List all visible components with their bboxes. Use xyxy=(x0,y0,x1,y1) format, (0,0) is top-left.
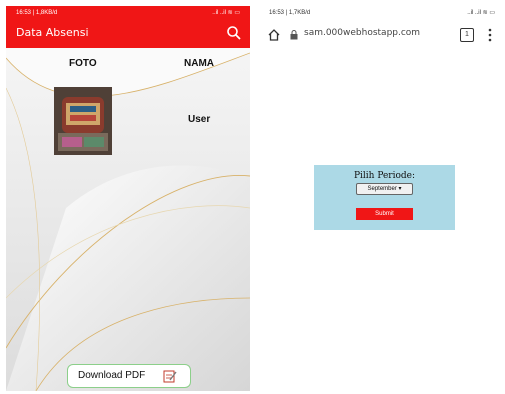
background-waves xyxy=(6,48,250,391)
tabs-icon[interactable]: 1 xyxy=(460,28,474,42)
browser-url-bar: sam.000webhostapp.com 1 xyxy=(260,22,505,48)
search-icon[interactable] xyxy=(226,25,242,41)
column-header-foto: FOTO xyxy=(69,58,97,69)
submit-button[interactable]: Submit xyxy=(356,208,413,220)
status-time: 16:53 | 1,7KB/d xyxy=(269,10,311,16)
download-pdf-button[interactable]: Download PDF xyxy=(67,364,191,388)
status-icons: ..il ..il ≋ ▭ xyxy=(467,10,495,16)
period-form: Pilih Periode: September ▾ Submit xyxy=(314,165,455,230)
user-name-cell: User xyxy=(188,114,211,125)
status-icons: ..il ..il ≋ ▭ xyxy=(212,10,240,16)
user-photo xyxy=(54,87,112,155)
lock-icon xyxy=(290,30,298,40)
column-header-nama: NAMA xyxy=(184,58,214,69)
status-bar: 16:53 | 1,8KB/d ..il ..il ≋ ▭ xyxy=(6,6,250,20)
attendance-app-screen: 16:53 | 1,8KB/d ..il ..il ≋ ▭ Data Absen… xyxy=(6,6,250,391)
download-pdf-label: Download PDF xyxy=(78,370,146,381)
pdf-edit-icon xyxy=(163,370,177,383)
app-bar: Data Absensi xyxy=(6,20,250,48)
more-menu-icon[interactable] xyxy=(488,28,492,42)
app-title: Data Absensi xyxy=(16,26,89,39)
url-text[interactable]: sam.000webhostapp.com xyxy=(304,28,420,38)
status-time: 16:53 | 1,8KB/d xyxy=(16,10,58,16)
home-icon[interactable] xyxy=(267,28,281,42)
period-select[interactable]: September ▾ xyxy=(356,183,413,195)
status-bar: 16:53 | 1,7KB/d ..il ..il ≋ ▭ xyxy=(260,6,505,20)
browser-screen: 16:53 | 1,7KB/d ..il ..il ≋ ▭ sam.000web… xyxy=(260,6,505,391)
period-label: Pilih Periode: xyxy=(353,171,416,181)
